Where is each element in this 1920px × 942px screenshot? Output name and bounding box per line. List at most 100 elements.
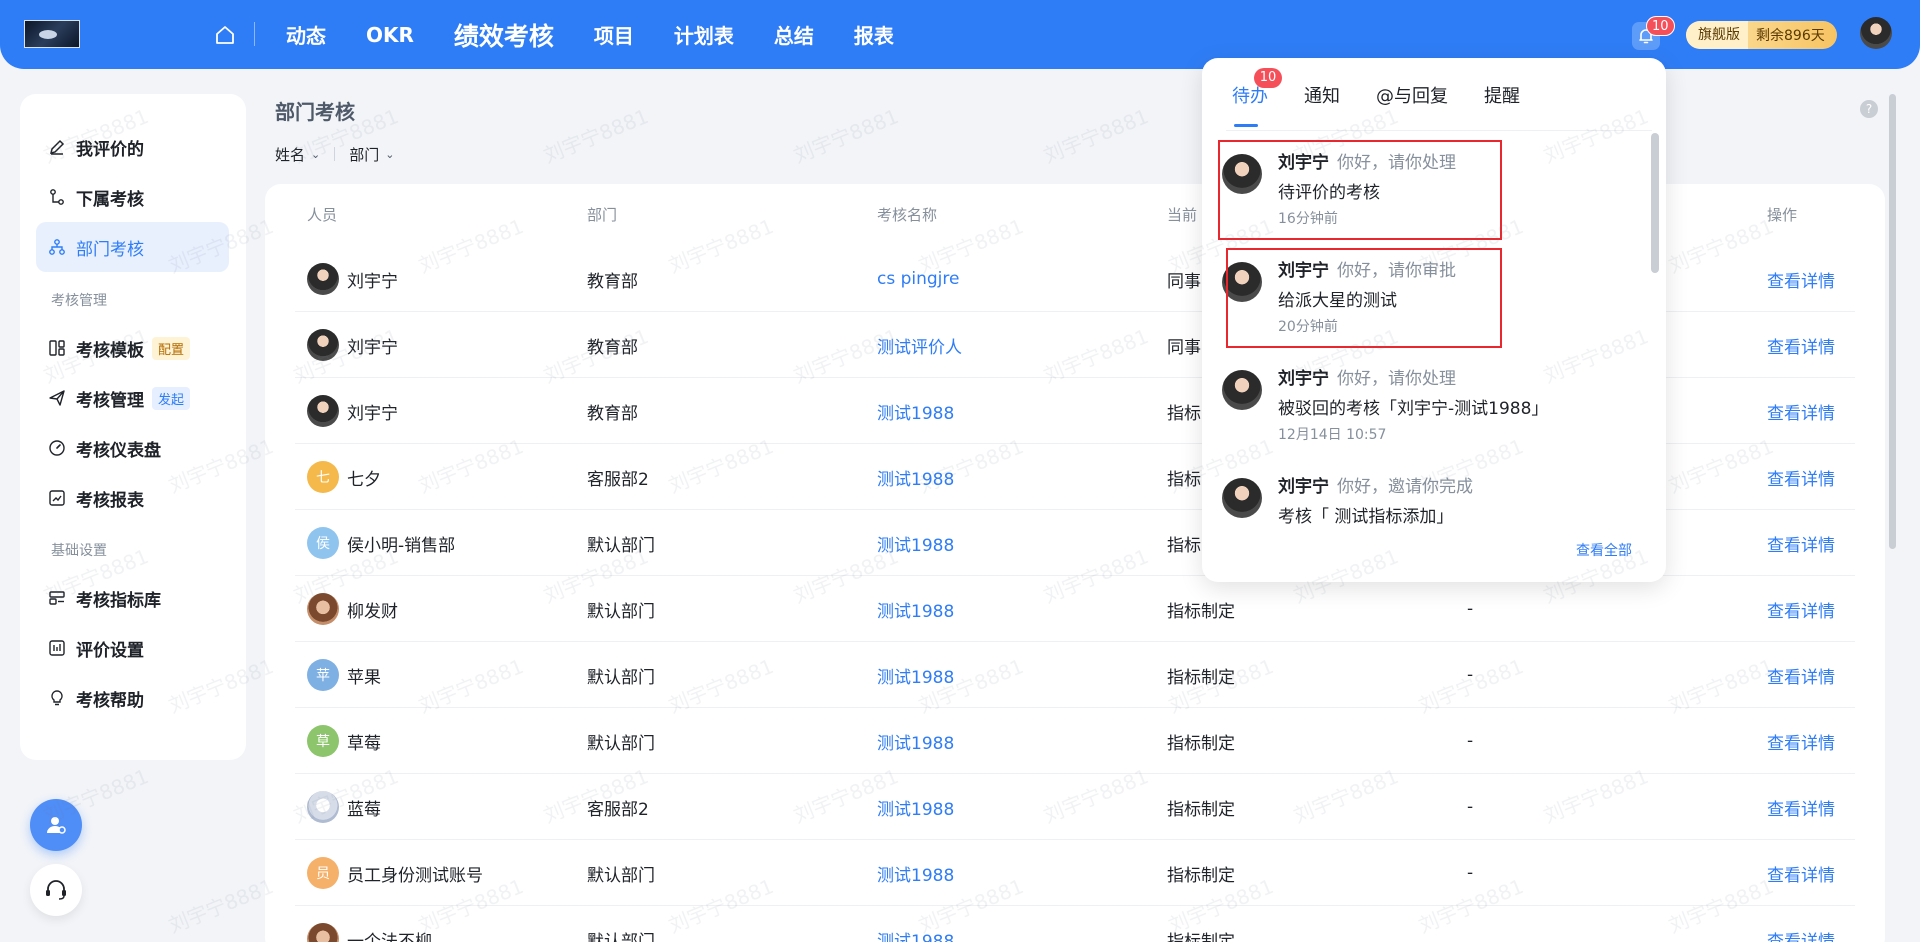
person-cell: 刘宇宁	[307, 312, 398, 378]
edition-remaining: 剩余896天	[1756, 28, 1825, 44]
tab-reminders[interactable]: 提醒	[1484, 82, 1520, 130]
view-details-link[interactable]: 查看详情	[1767, 774, 1835, 840]
watermark: 刘宇宁8881	[790, 103, 902, 168]
stage-cell: 同事	[1167, 271, 1201, 292]
message-content: 被驳回的考核「刘宇宁-测试1988」	[1278, 399, 1549, 419]
department-cell: 默认部门	[587, 667, 655, 688]
nav-item[interactable]: 计划表	[654, 20, 754, 49]
chevron-down-icon: ⌄	[311, 148, 321, 161]
review-name-link[interactable]: 测试1988	[877, 906, 954, 942]
tab-notifications[interactable]: 通知	[1304, 82, 1340, 130]
popover-scrollbar[interactable]	[1651, 133, 1659, 273]
tab-todo[interactable]: 待办 10	[1232, 68, 1282, 130]
review-name-link[interactable]: 测试1988	[877, 840, 954, 906]
column-header-person: 人员	[307, 206, 338, 224]
sidebar-item-my-reviews[interactable]: 我评价的	[36, 122, 229, 172]
message-greeting: 你好，邀请你完成	[1337, 477, 1473, 497]
stage-cell: 同事	[1167, 337, 1201, 358]
filter-name-dropdown[interactable]: 姓名 ⌄	[275, 144, 320, 165]
filter-bar: 姓名 ⌄ 部门 ⌄	[275, 144, 394, 165]
view-details-link[interactable]: 查看详情	[1767, 510, 1835, 576]
highlight-box	[1218, 140, 1502, 240]
sidebar-item-templates[interactable]: 考核模板 配置	[36, 323, 229, 373]
department-cell: 默认部门	[587, 601, 655, 622]
review-name-link[interactable]: 测试1988	[877, 774, 954, 840]
avatar	[307, 593, 339, 625]
view-details-link[interactable]: 查看详情	[1767, 906, 1835, 942]
home-icon[interactable]	[212, 24, 238, 46]
avatar	[307, 923, 339, 942]
column-header-stage: 当前	[1167, 206, 1198, 224]
sidebar-item-dashboard[interactable]: 考核仪表盘	[36, 423, 229, 473]
department-cell: 教育部	[587, 271, 638, 292]
view-details-link[interactable]: 查看详情	[1767, 378, 1835, 444]
sidebar-item-department-reviews[interactable]: 部门考核	[36, 222, 229, 272]
message-item[interactable]: 刘宇宁 你好，请你处理 被驳回的考核「刘宇宁-测试1988」 12月14日 10:…	[1222, 354, 1632, 454]
edition-badge[interactable]: 旗舰版 剩余896天	[1686, 21, 1837, 49]
message-greeting: 你好，请你处理	[1337, 369, 1456, 389]
stage-cell: 指标制定	[1167, 733, 1235, 754]
filter-department-dropdown[interactable]: 部门 ⌄	[349, 144, 394, 165]
view-details-link[interactable]: 查看详情	[1767, 576, 1835, 642]
review-name-link[interactable]: 测试1988	[877, 708, 954, 774]
person-name: 草莓	[347, 733, 381, 754]
nav-item[interactable]: 报表	[834, 20, 914, 49]
message-header: 刘宇宁 你好，请你处理	[1278, 364, 1456, 389]
nav-item[interactable]: OKR	[346, 23, 434, 47]
review-name-link[interactable]: 测试1988	[877, 444, 954, 510]
view-details-link[interactable]: 查看详情	[1767, 642, 1835, 708]
view-details-link[interactable]: 查看详情	[1767, 246, 1835, 312]
person-name: 侯小明-销售部	[347, 535, 456, 556]
stage-cell: 指标制定	[1167, 931, 1235, 942]
review-name-link[interactable]: 测试1988	[877, 642, 954, 708]
tab-mentions[interactable]: @与回复	[1376, 82, 1448, 130]
avatar: 苹	[307, 659, 339, 691]
sidebar-item-indicator-library[interactable]: 考核指标库	[36, 573, 229, 623]
review-name-link[interactable]: cs pingjre	[877, 246, 960, 312]
review-name-link[interactable]: 测试1988	[877, 378, 954, 444]
stage-cell: 指标制定	[1167, 601, 1235, 622]
department-cell: 客服部2	[587, 799, 649, 820]
user-settings-button[interactable]	[30, 799, 82, 851]
page-scrollbar[interactable]	[1889, 94, 1896, 549]
company-logo[interactable]	[24, 20, 80, 48]
user-avatar[interactable]	[1860, 17, 1892, 49]
customer-service-button[interactable]	[30, 864, 82, 916]
sidebar-group-manage: 考核管理	[51, 293, 107, 309]
nav-item[interactable]: 绩效考核	[434, 17, 574, 53]
message-item[interactable]: 刘宇宁 你好，邀请你完成 考核「 测试指标添加」	[1222, 462, 1632, 562]
view-all-link[interactable]: 查看全部	[1576, 540, 1632, 560]
extra-cell: -	[1467, 863, 1474, 883]
view-details-link[interactable]: 查看详情	[1767, 312, 1835, 378]
view-details-link[interactable]: 查看详情	[1767, 708, 1835, 774]
sidebar-item-evaluation-settings[interactable]: 评价设置	[36, 623, 229, 673]
person-name: 苹果	[347, 667, 381, 688]
help-icon[interactable]: ?	[1860, 100, 1878, 118]
sidebar-item-label: 考核仪表盘	[76, 440, 161, 461]
watermark: 刘宇宁8881	[540, 103, 652, 168]
sidebar-item-label: 考核管理	[76, 390, 144, 411]
view-details-link[interactable]: 查看详情	[1767, 444, 1835, 510]
nav-item[interactable]: 动态	[266, 20, 346, 49]
sidebar: 我评价的 下属考核 部门考核 考核管理 考核模板 配置 考核管理 发起 考核仪表…	[20, 94, 246, 760]
review-name-link[interactable]: 测试1988	[877, 510, 954, 576]
person-name: 柳发财	[347, 601, 398, 622]
sidebar-item-help[interactable]: 考核帮助	[36, 673, 229, 723]
lightbulb-icon	[47, 688, 67, 708]
edition-name: 旗舰版	[1686, 21, 1748, 49]
chevron-down-icon: ⌄	[385, 148, 395, 161]
sidebar-item-report[interactable]: 考核报表	[36, 473, 229, 523]
nav-item[interactable]: 项目	[574, 20, 654, 49]
nav-item[interactable]: 总结	[754, 20, 834, 49]
sidebar-item-subordinate-reviews[interactable]: 下属考核	[36, 172, 229, 222]
sidebar-item-review-admin[interactable]: 考核管理 发起	[36, 373, 229, 423]
review-name-link[interactable]: 测试评价人	[877, 312, 962, 378]
view-details-link[interactable]: 查看详情	[1767, 840, 1835, 906]
template-icon	[47, 338, 67, 358]
person-cell: 柳发财	[307, 576, 398, 642]
sidebar-item-label: 下属考核	[76, 189, 144, 210]
avatar	[307, 395, 339, 427]
review-name-link[interactable]: 测试1988	[877, 576, 954, 642]
report-icon	[47, 488, 67, 508]
tab-label: 通知	[1304, 86, 1340, 107]
